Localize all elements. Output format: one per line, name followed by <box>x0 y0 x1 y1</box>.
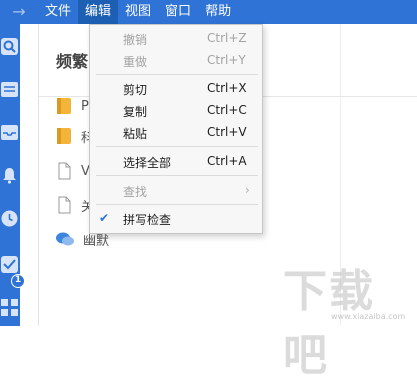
task-check-icon[interactable] <box>1 256 18 273</box>
chevron-right-icon: › <box>245 183 250 197</box>
watermark-url: www.xiazaiba.com <box>331 312 406 321</box>
checkmark-icon: ✔ <box>99 211 110 225</box>
notes-icon[interactable] <box>1 81 18 98</box>
notification-badge: 1 <box>11 274 25 288</box>
menu-separator <box>96 175 258 176</box>
menu-item-find[interactable]: 查找 › <box>90 180 262 202</box>
menu-separator <box>96 146 258 147</box>
edit-dropdown-menu: 撤销 Ctrl+Z 重做 Ctrl+Y 剪切 Ctrl+X 复制 Ctrl+C … <box>89 24 263 234</box>
search-icon[interactable] <box>1 38 18 55</box>
list-item[interactable]: V <box>55 160 90 182</box>
inbox-icon[interactable] <box>1 124 18 141</box>
menu-item-spellcheck[interactable]: ✔ 拼写检查 <box>90 208 262 230</box>
menu-item-cut[interactable]: 剪切 Ctrl+X <box>90 78 262 100</box>
menu-separator <box>96 204 258 205</box>
document-icon <box>58 162 71 180</box>
bell-icon[interactable] <box>1 167 18 184</box>
menu-item-paste[interactable]: 粘贴 Ctrl+V <box>90 122 262 144</box>
document-icon <box>58 196 71 214</box>
menu-view[interactable]: 视图 <box>118 0 158 24</box>
page-title: 频繁 <box>56 52 89 71</box>
sidebar: 1 <box>0 24 25 326</box>
list-item[interactable]: P <box>55 95 89 117</box>
menu-item-select-all[interactable]: 选择全部 Ctrl+A <box>90 151 262 173</box>
clock-icon[interactable] <box>1 210 18 227</box>
notebook-icon <box>57 128 71 144</box>
list-item-label: P <box>81 98 89 114</box>
menu-bar: → 文件 编辑 视图 窗口 帮助 <box>0 0 417 24</box>
forward-arrow-icon[interactable]: → <box>0 0 38 24</box>
menu-help[interactable]: 帮助 <box>198 0 238 24</box>
menu-item-redo[interactable]: 重做 Ctrl+Y <box>90 50 262 72</box>
menu-window[interactable]: 窗口 <box>158 0 198 24</box>
menu-file[interactable]: 文件 <box>38 0 78 24</box>
menu-item-copy[interactable]: 复制 Ctrl+C <box>90 100 262 122</box>
notebook-icon <box>57 98 71 114</box>
chat-bubbles-icon <box>56 232 74 246</box>
menu-item-undo[interactable]: 撤销 Ctrl+Z <box>90 28 262 50</box>
menu-edit[interactable]: 编辑 <box>78 0 119 24</box>
apps-grid-icon[interactable] <box>1 299 18 316</box>
menu-separator <box>96 74 258 75</box>
